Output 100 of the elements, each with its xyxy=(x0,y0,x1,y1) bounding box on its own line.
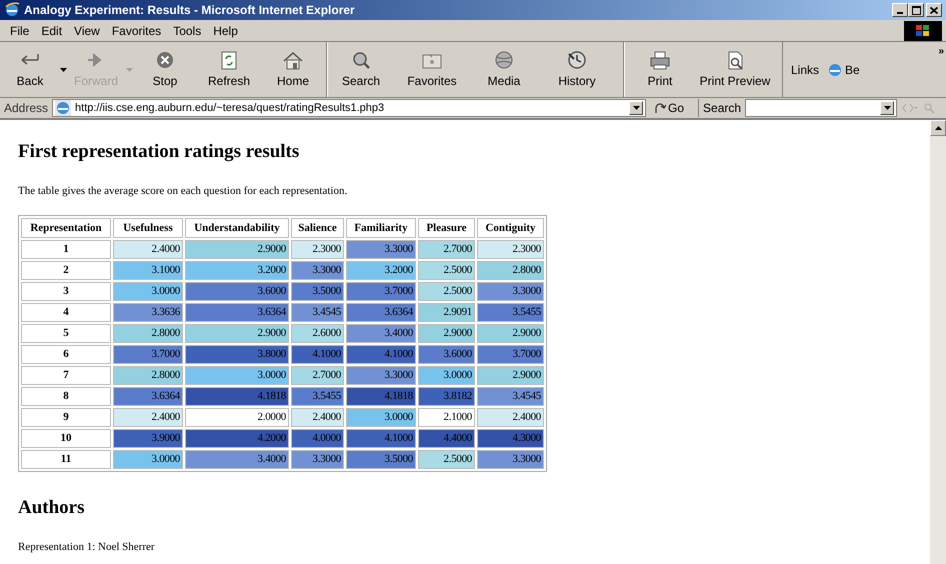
table-cell: 3.0000 xyxy=(346,408,416,427)
row-header: 4 xyxy=(21,303,111,322)
toolbar-button[interactable]: Search xyxy=(331,50,391,90)
table-cell: 4.1000 xyxy=(346,429,416,448)
row-header: 3 xyxy=(21,282,111,301)
magnifier-icon xyxy=(923,102,936,114)
table-cell: 4.3000 xyxy=(477,429,544,448)
column-header: Familiarity xyxy=(346,218,416,238)
nav-arrows-icon xyxy=(901,102,920,114)
table-cell: 2.9000 xyxy=(477,366,544,385)
section-heading: Authors xyxy=(18,496,86,520)
go-button[interactable]: Go xyxy=(650,99,688,117)
column-header: Salience xyxy=(291,218,344,238)
table-cell: 3.9000 xyxy=(113,429,183,448)
row-header: 7 xyxy=(21,366,111,385)
table-cell: 2.7000 xyxy=(291,366,344,385)
row-header: 10 xyxy=(21,429,111,448)
table-cell: 2.0000 xyxy=(185,408,289,427)
table-cell: 3.3636 xyxy=(113,303,183,322)
scroll-up-button[interactable] xyxy=(930,120,946,136)
up-arrow-icon xyxy=(934,126,942,130)
table-cell: 2.4000 xyxy=(291,408,344,427)
table-cell: 4.0000 xyxy=(291,429,344,448)
toolbar-button[interactable]: Back xyxy=(4,50,56,90)
table-cell: 2.5000 xyxy=(418,282,475,301)
toolbar-button[interactable]: Favorites xyxy=(391,50,473,90)
address-label: Address xyxy=(4,100,48,117)
maximize-button[interactable] xyxy=(908,3,924,17)
table-cell: 3.7000 xyxy=(346,282,416,301)
row-header: 9 xyxy=(21,408,111,427)
caret-icon xyxy=(884,106,891,110)
table-cell: 3.4545 xyxy=(477,387,544,406)
table-cell: 2.3000 xyxy=(291,240,344,259)
table-cell: 2.3000 xyxy=(477,240,544,259)
minimize-button[interactable] xyxy=(892,3,908,17)
address-field[interactable]: http://iis.cse.eng.auburn.edu/~teresa/quest/ratingResults1.php3 xyxy=(52,99,646,117)
overflow-chevron-button[interactable]: » xyxy=(938,44,944,59)
toolbar-button[interactable]: Media xyxy=(473,50,535,90)
table-cell: 3.3000 xyxy=(291,261,344,280)
table-cell: 3.3000 xyxy=(346,240,416,259)
row-header: 11 xyxy=(21,450,111,469)
table-cell: 3.3000 xyxy=(477,282,544,301)
table-cell: 3.5000 xyxy=(346,450,416,469)
table-cell: 3.3000 xyxy=(346,366,416,385)
column-header: Representation xyxy=(21,218,111,238)
table-cell: 4.1000 xyxy=(346,345,416,364)
table-cell: 2.6000 xyxy=(291,324,344,343)
table-cell: 3.5455 xyxy=(291,387,344,406)
close-icon xyxy=(930,6,938,14)
toolbar-button[interactable]: Stop xyxy=(136,50,194,90)
link-button[interactable]: Be xyxy=(827,60,860,78)
row-header: 6 xyxy=(21,345,111,364)
table-cell: 3.6364 xyxy=(113,387,183,406)
table-cell: 3.7000 xyxy=(477,345,544,364)
browser-logo-icon xyxy=(827,62,844,78)
window-title: Analogy Experiment: Results - Microsoft Internet Explorer xyxy=(24,2,356,19)
menu-item[interactable]: Favorites xyxy=(106,22,168,40)
vertical-scrollbar[interactable] xyxy=(930,120,946,564)
caret-icon xyxy=(60,68,66,72)
table-cell: 3.4545 xyxy=(291,303,344,322)
close-button[interactable] xyxy=(926,3,942,17)
toolbar-button[interactable]: Refresh xyxy=(194,50,264,90)
caret-icon xyxy=(126,68,132,72)
toolbar-button[interactable]: History xyxy=(535,50,619,90)
row-header: 5 xyxy=(21,324,111,343)
toolbar-button[interactable]: Home xyxy=(264,50,322,90)
table-cell: 2.4000 xyxy=(477,408,544,427)
table-cell: 3.1000 xyxy=(113,261,183,280)
table-cell: 2.5000 xyxy=(418,261,475,280)
menu-item[interactable]: View xyxy=(68,22,106,40)
table-cell: 2.4000 xyxy=(113,240,183,259)
table-cell: 3.0000 xyxy=(185,366,289,385)
search-field[interactable] xyxy=(745,99,898,117)
row-header: 2 xyxy=(21,261,111,280)
table-cell: 3.0000 xyxy=(113,450,183,469)
column-header: Understandability xyxy=(185,218,289,238)
dropdown-button[interactable] xyxy=(880,101,894,115)
menu-item[interactable]: File xyxy=(4,22,36,40)
table-cell: 4.1818 xyxy=(185,387,289,406)
table-cell: 3.8000 xyxy=(185,345,289,364)
table-cell: 4.4000 xyxy=(418,429,475,448)
search-label: Search xyxy=(698,99,742,117)
toolbar-button[interactable]: Print xyxy=(628,50,692,90)
column-header: Usefulness xyxy=(113,218,183,238)
table-cell: 4.1000 xyxy=(291,345,344,364)
table-cell: 3.7000 xyxy=(113,345,183,364)
house-icon xyxy=(281,50,305,70)
intro-text: The table gives the average score on each question for each representation. xyxy=(18,184,348,198)
menu-item[interactable]: Edit xyxy=(35,22,68,40)
menu-item[interactable]: Tools xyxy=(167,22,208,40)
menu-item[interactable]: Help xyxy=(207,22,244,40)
table-cell: 3.6364 xyxy=(346,303,416,322)
row-header: 8 xyxy=(21,387,111,406)
browser-logo-icon xyxy=(4,2,20,18)
printer-icon xyxy=(648,50,672,70)
toolbar-button[interactable]: Print Preview xyxy=(692,50,778,90)
dropdown-button[interactable] xyxy=(629,101,644,115)
table-cell: 3.2000 xyxy=(346,261,416,280)
table-cell: 2.9000 xyxy=(418,324,475,343)
table-cell: 2.4000 xyxy=(113,408,183,427)
